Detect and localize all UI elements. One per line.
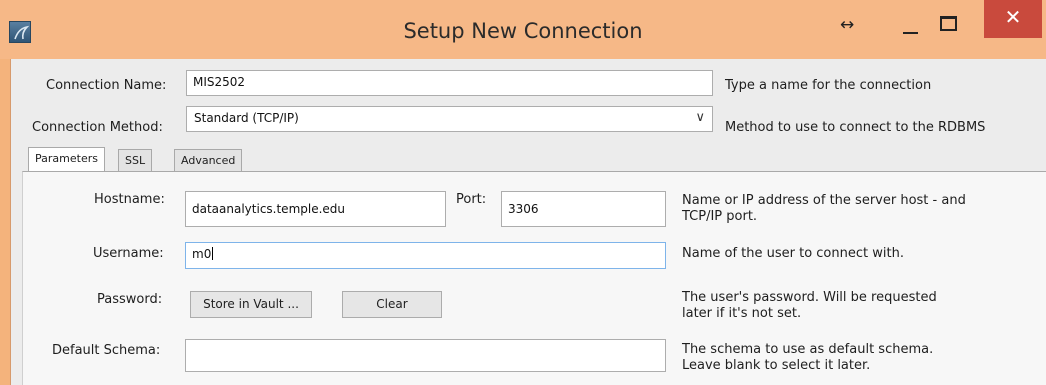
store-in-vault-button[interactable]: Store in Vault ... [190, 291, 312, 318]
tab-advanced[interactable]: Advanced [174, 149, 243, 171]
username-value: m0 [192, 247, 212, 261]
hostname-input[interactable]: dataanalytics.temple.edu [185, 191, 446, 227]
password-hint-line2: later if it's not set. [682, 306, 802, 321]
minimize-icon [903, 32, 918, 34]
tab-ssl[interactable]: SSL [118, 149, 153, 171]
default-schema-hint-line2: Leave blank to select it later. [682, 358, 871, 373]
username-hint: Name of the user to connect with. [682, 246, 904, 261]
hostname-label: Hostname: [94, 192, 165, 207]
password-label: Password: [97, 292, 163, 307]
connection-name-label: Connection Name: [46, 78, 167, 93]
chevron-down-icon: ∨ [695, 110, 705, 125]
maximize-icon [940, 16, 957, 31]
hostname-hint-line2: TCP/IP port. [682, 209, 758, 224]
connection-name-hint: Type a name for the connection [725, 78, 932, 93]
clear-password-button[interactable]: Clear [342, 291, 442, 318]
username-label: Username: [93, 246, 164, 261]
tab-parameters[interactable]: Parameters [28, 147, 105, 171]
password-hint-line1: The user's password. Will be requested [682, 290, 937, 305]
port-input[interactable]: 3306 [501, 191, 666, 227]
maximize-button[interactable] [928, 7, 968, 43]
connection-name-input[interactable]: MIS2502 [186, 70, 713, 96]
close-icon: ✕ [1004, 5, 1022, 29]
connection-method-label: Connection Method: [32, 120, 163, 135]
resize-arrows-icon[interactable]: ↔ [840, 15, 854, 35]
connection-method-select[interactable]: Standard (TCP/IP) ∨ [186, 106, 713, 132]
minimize-button[interactable] [888, 7, 928, 43]
hostname-hint-line1: Name or IP address of the server host - … [682, 193, 966, 208]
username-input[interactable]: m0 [185, 242, 666, 269]
default-schema-label: Default Schema: [52, 343, 161, 358]
connection-method-hint: Method to use to connect to the RDBMS [725, 120, 986, 135]
text-caret [212, 247, 214, 260]
connection-method-value: Standard (TCP/IP) [194, 111, 299, 125]
port-label: Port: [456, 192, 487, 207]
default-schema-hint-line1: The schema to use as default schema. [682, 342, 934, 357]
default-schema-input[interactable] [185, 339, 666, 372]
close-button[interactable]: ✕ [984, 0, 1042, 38]
title-bar[interactable]: Setup New Connection ↔ ✕ [0, 0, 1046, 59]
